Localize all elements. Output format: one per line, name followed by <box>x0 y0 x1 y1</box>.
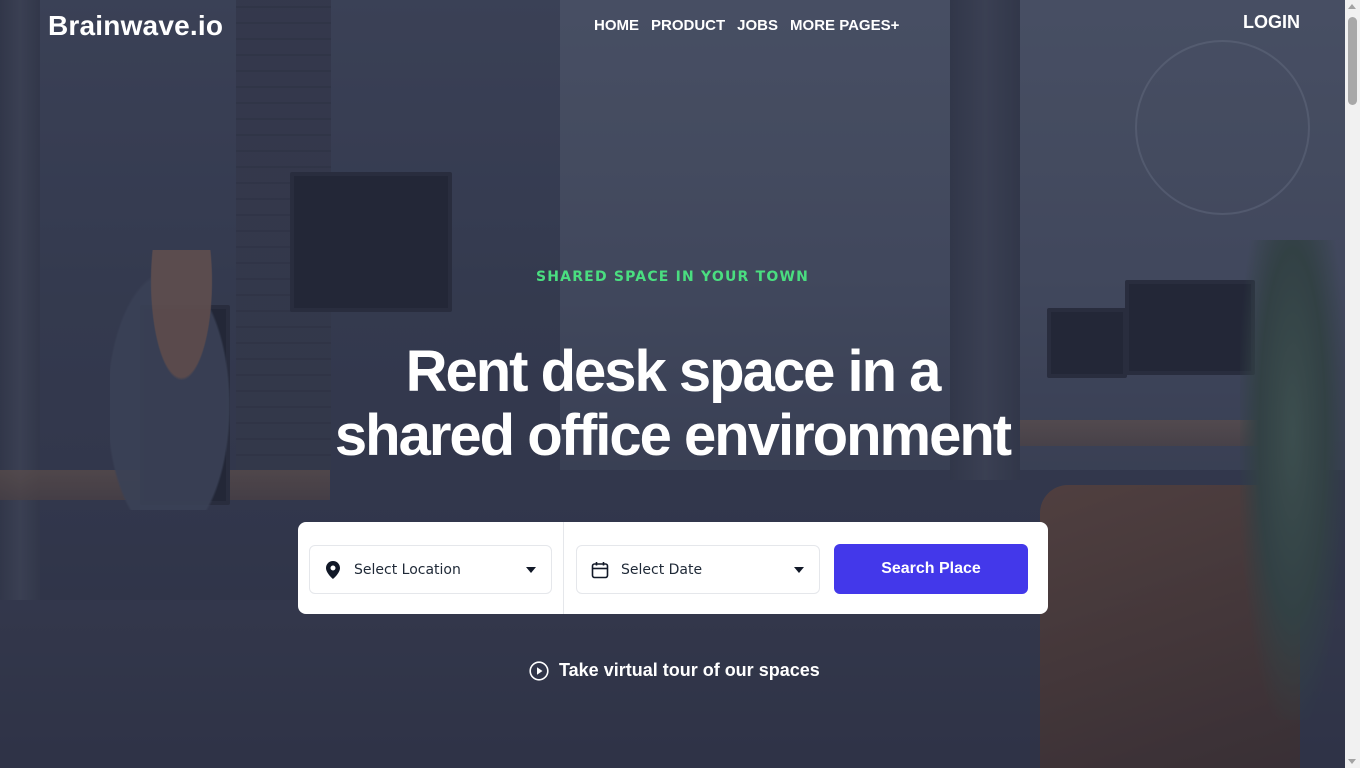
search-divider <box>563 522 564 614</box>
scrollbar-thumb[interactable] <box>1348 17 1357 105</box>
calendar-icon <box>590 560 610 580</box>
site-logo[interactable]: Brainwave.io <box>48 10 223 42</box>
play-circle-icon <box>529 660 549 681</box>
hero-headline-line-2: shared office environment <box>334 403 1012 468</box>
virtual-tour-label: Take virtual tour of our spaces <box>559 660 820 680</box>
hero-headline: Rent desk space in a shared office envir… <box>0 340 1345 468</box>
hero-section: Brainwave.io HOME PRODUCT JOBS MORE PAGE… <box>0 0 1345 768</box>
search-place-button[interactable]: Search Place <box>834 544 1028 594</box>
page-scrollbar[interactable] <box>1345 0 1360 768</box>
scroll-down-icon[interactable] <box>1348 759 1356 764</box>
chevron-down-icon <box>526 566 536 573</box>
hero-eyebrow: SHARED SPACE IN YOUR TOWN <box>535 269 810 285</box>
nav-link-more-pages[interactable]: MORE PAGES+ <box>790 17 899 34</box>
hero-headline-line-1: Rent desk space in a <box>405 339 942 404</box>
map-pin-icon <box>323 560 343 580</box>
search-card: Select Location Select Date Search Place <box>298 522 1048 614</box>
main-nav: HOME PRODUCT JOBS MORE PAGES+ <box>594 17 899 34</box>
virtual-tour-link[interactable]: Take virtual tour of our spaces <box>529 660 820 681</box>
nav-link-product[interactable]: PRODUCT <box>651 17 725 34</box>
login-link[interactable]: LOGIN <box>1243 12 1300 33</box>
chevron-down-icon <box>794 566 804 573</box>
location-select-value: Select Location <box>354 561 461 578</box>
date-select-value: Select Date <box>621 561 703 578</box>
location-select[interactable]: Select Location <box>309 545 552 594</box>
scroll-up-icon[interactable] <box>1348 4 1356 9</box>
nav-link-home[interactable]: HOME <box>594 17 639 34</box>
date-select[interactable]: Select Date <box>576 545 820 594</box>
nav-link-jobs[interactable]: JOBS <box>737 17 778 34</box>
